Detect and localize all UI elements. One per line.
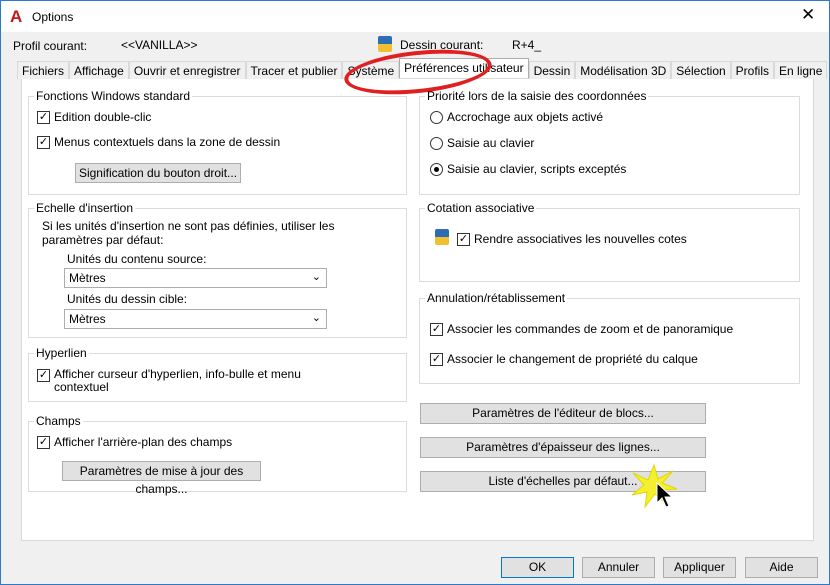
group-title: Echelle d'insertion xyxy=(36,201,134,215)
select-value: Mètres xyxy=(69,271,106,285)
priority-radio-keyboard-except-scripts[interactable]: Saisie au clavier, scripts exceptés xyxy=(430,162,626,176)
label-line-2: contextuel xyxy=(54,380,109,394)
fields-background-checkbox[interactable]: ✓ Afficher l'arrière-plan des champs xyxy=(37,435,232,449)
lineweight-settings-button[interactable]: Paramètres d'épaisseur des lignes... xyxy=(420,437,706,458)
checkbox-label: Menus contextuels dans la zone de dessin xyxy=(54,135,281,149)
autocad-logo-icon: A xyxy=(10,7,23,26)
layer-property-checkbox[interactable]: ✓ Associer le changement de propriété du … xyxy=(430,352,698,366)
tab-affichage[interactable]: Affichage xyxy=(69,61,129,79)
profile-value: <<VANILLA>> xyxy=(121,38,198,52)
insert-desc: Si les unités d'insertion ne sont pas dé… xyxy=(42,219,335,233)
radio-label: Saisie au clavier, scripts exceptés xyxy=(447,162,627,176)
group-title: Cotation associative xyxy=(427,201,535,215)
group-title: Hyperlien xyxy=(36,346,87,360)
check-icon: ✓ xyxy=(37,111,50,124)
label-line-1: Afficher curseur d'hyperlien, info-bulle… xyxy=(54,367,301,381)
select-value: Mètres xyxy=(69,312,106,326)
undo-group: Annulation/rétablissement xyxy=(419,291,800,384)
drawing-icon xyxy=(435,229,449,245)
help-button[interactable]: Aide xyxy=(745,557,818,578)
drawing-icon xyxy=(378,36,392,52)
block-editor-settings-button[interactable]: Paramètres de l'éditeur de blocs... xyxy=(420,403,706,424)
checkbox-label: Afficher curseur d'hyperlien, info-bulle… xyxy=(54,368,301,394)
check-icon: ✓ xyxy=(430,353,443,366)
radio-label: Saisie au clavier xyxy=(447,136,535,150)
tab-en-ligne[interactable]: En ligne xyxy=(774,61,828,79)
hyperlink-checkbox[interactable]: ✓ Afficher curseur d'hyperlien, info-bull… xyxy=(37,368,301,394)
check-icon: ✓ xyxy=(37,369,50,382)
tab-ouvrir-enregistrer[interactable]: Ouvrir et enregistrer xyxy=(128,61,246,79)
assoc-dim-checkbox[interactable]: ✓ Rendre associatives les nouvelles cotes xyxy=(457,232,687,246)
checkbox-label: Rendre associatives les nouvelles cotes xyxy=(474,232,687,246)
radio-icon xyxy=(430,137,443,150)
target-units-select[interactable]: Mètres ⌄ xyxy=(64,309,327,329)
group-title: Priorité lors de la saisie des coordonné… xyxy=(427,89,647,103)
check-icon: ✓ xyxy=(37,436,50,449)
checkbox-label: Afficher l'arrière-plan des champs xyxy=(54,435,233,449)
priority-radio-osnap[interactable]: Accrochage aux objets activé xyxy=(430,110,603,124)
checkbox-label: Edition double-clic xyxy=(54,110,152,124)
insert-desc-2: paramètres par défaut: xyxy=(42,233,164,247)
chevron-down-icon: ⌄ xyxy=(311,271,321,283)
title-bar: A Options ✕ xyxy=(1,1,829,32)
radio-selected-icon xyxy=(430,163,443,176)
tab-dessin[interactable]: Dessin xyxy=(528,61,576,79)
check-icon: ✓ xyxy=(37,136,50,149)
target-units-label: Unités du dessin cible: xyxy=(67,292,188,306)
dblclick-checkbox[interactable]: ✓ Edition double-clic xyxy=(37,110,151,124)
group-title: Champs xyxy=(36,414,81,428)
tab-selection[interactable]: Sélection xyxy=(671,61,731,79)
checkbox-label: Associer les commandes de zoom et de pan… xyxy=(447,322,734,336)
context-menu-checkbox[interactable]: ✓ Menus contextuels dans la zone de dessi… xyxy=(37,135,280,149)
check-icon: ✓ xyxy=(430,323,443,336)
chevron-down-icon: ⌄ xyxy=(311,312,321,324)
radio-icon xyxy=(430,111,443,124)
priority-radio-keyboard[interactable]: Saisie au clavier xyxy=(430,136,534,150)
check-icon: ✓ xyxy=(457,233,470,246)
tab-modelisation-3d[interactable]: Modélisation 3D xyxy=(575,61,672,79)
zoom-pan-checkbox[interactable]: ✓ Associer les commandes de zoom et de pa… xyxy=(430,322,733,336)
right-button-button[interactable]: Signification du bouton droit... xyxy=(75,163,241,183)
cancel-button[interactable]: Annuler xyxy=(582,557,655,578)
drawing-value: R+4_ xyxy=(512,38,542,52)
ok-button[interactable]: OK xyxy=(501,557,574,578)
group-title: Annulation/rétablissement xyxy=(427,291,566,305)
group-title: Fonctions Windows standard xyxy=(36,89,191,103)
window-title: Options xyxy=(32,10,74,24)
source-units-select[interactable]: Mètres ⌄ xyxy=(64,268,327,288)
click-highlight-cursor-icon xyxy=(631,463,678,509)
close-icon[interactable]: ✕ xyxy=(801,5,815,25)
tab-tracer-publier[interactable]: Tracer et publier xyxy=(245,61,343,79)
tab-profils[interactable]: Profils xyxy=(730,61,775,79)
tab-fichiers[interactable]: Fichiers xyxy=(17,61,70,79)
radio-label: Accrochage aux objets activé xyxy=(447,110,604,124)
source-units-label: Unités du contenu source: xyxy=(67,252,207,266)
checkbox-label: Associer le changement de propriété du c… xyxy=(447,352,698,366)
profile-label: Profil courant: xyxy=(13,39,88,53)
apply-button[interactable]: Appliquer xyxy=(663,557,736,578)
fields-update-button[interactable]: Paramètres de mise à jour des champs... xyxy=(62,461,261,496)
